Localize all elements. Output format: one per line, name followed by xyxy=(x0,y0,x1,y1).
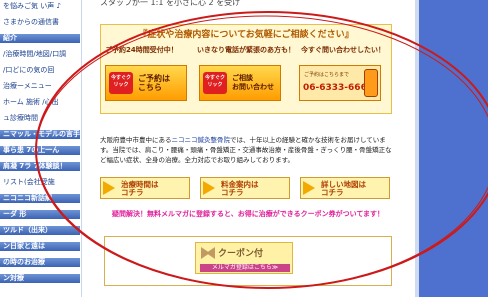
caption-consult: いきなり電話が緊張のあ方も！ xyxy=(197,46,295,54)
consult-label: ご相談 お問い合わせ xyxy=(232,74,274,91)
map-button[interactable]: 詳しい地図は コチラ xyxy=(300,177,390,199)
phone-icon xyxy=(364,69,378,97)
newsletter-link[interactable]: メルマガ登録はこちら≫ xyxy=(200,264,290,272)
sidebar-item[interactable]: ツルド（出来） xyxy=(0,226,80,235)
reserve-button[interactable]: 今すぐクリック ご予約は こちら xyxy=(105,65,187,101)
sidebar-nav: を悩みご気 い声 ♪ さまからの通信書 紹介/治療時間/地図/口調/口どにの気の回治… xyxy=(0,0,82,297)
main-content: スタッフが一 1:1 を小さに心 2 を受け 『症状や治療内容についてお気軽にご… xyxy=(82,0,415,297)
phone-number: 06-6333-6665 xyxy=(303,83,374,93)
browser-page: を悩みご気 い声 ♪ さまからの通信書 紹介/治療時間/地図/口調/口どにの気の回治… xyxy=(0,0,488,297)
sidebar-item[interactable]: ーダ 形 xyxy=(0,210,80,219)
caption-reserve: ご予約24時間受付中！ xyxy=(105,46,178,54)
phone-banner[interactable]: ご予約はこちらまで 06-6333-6665 xyxy=(299,65,381,101)
right-sidebar xyxy=(419,0,488,297)
caption-tel: 今すぐ問い合わせしたい！ xyxy=(301,46,385,54)
click-now-badge: 今すぐクリック xyxy=(109,72,133,94)
arrow-right-icon xyxy=(103,181,115,195)
pricing-button[interactable]: 料金案内は コチラ xyxy=(200,177,290,199)
newsletter-promo: 疑問解決！無料メルマガに登録すると、お得に治療ができるクーポン券がついてます！ xyxy=(111,210,385,218)
sidebar-item[interactable]: ニコニコ新話解 xyxy=(0,194,80,203)
description-lead: 大阪府豊中市豊中にある xyxy=(100,136,172,144)
sidebar-item[interactable]: ン対療 xyxy=(0,274,80,283)
contact-banner: 『症状や治療内容についてお気軽にご相談ください』 ご予約24時間受付中！ いきな… xyxy=(100,24,392,114)
coupon-button[interactable]: クーポン付 メルマガ登録はこちら≫ xyxy=(195,242,293,274)
sidebar-item[interactable]: 紹介 xyxy=(0,34,80,43)
coupon-title: クーポン付 xyxy=(218,249,264,259)
sidebar-item[interactable]: の時のお治療 xyxy=(0,258,80,267)
sidebar-item[interactable]: ン日家と遠は xyxy=(0,242,80,251)
click-now-badge: 今すぐクリック xyxy=(203,72,227,94)
map-label: 詳しい地図は コチラ xyxy=(321,180,366,197)
sidebar-item[interactable]: ホーム 施術 /心出 xyxy=(0,98,80,107)
reserve-label: ご予約は こちら xyxy=(138,74,170,92)
sidebar-item[interactable]: ニマッル・モデルの言手大 xyxy=(0,130,80,139)
arrow-right-icon xyxy=(203,181,215,195)
intro-text: スタッフが一 1:1 を小さに心 2 を受け xyxy=(100,0,241,7)
sidebar-item[interactable]: ュ診療時間 xyxy=(0,114,80,123)
sidebar-item[interactable]: /口どにの気の回 xyxy=(0,66,80,75)
clinic-name: ニコニコ鍼灸整骨院 xyxy=(171,136,231,144)
sidebar-item[interactable]: リスト(会社受施 xyxy=(0,178,80,187)
arrow-right-icon xyxy=(303,181,315,195)
banner-title: 『症状や治療内容についてお気軽にご相談ください』 xyxy=(138,30,354,40)
consult-button[interactable]: 今すぐクリック ご相談 お問い合わせ xyxy=(199,65,281,101)
hours-button[interactable]: 治療時間は コチラ xyxy=(100,177,190,199)
sidebar-item[interactable]: 肩凝 7ラ 7体験談！ xyxy=(0,162,80,171)
sidebar-item[interactable]: 治療ーメニュー xyxy=(0,82,80,91)
sidebar-item[interactable]: 事ら患 7の上一ん xyxy=(0,146,80,155)
sidebar-item[interactable]: /治療時間/地図/口調 xyxy=(0,50,80,59)
phone-caption: ご予約はこちらまで xyxy=(304,72,350,78)
ribbon-icon xyxy=(201,247,215,259)
pricing-label: 料金案内は コチラ xyxy=(221,180,259,197)
sidebar-item[interactable]: を悩みご気 い声 ♪ xyxy=(0,2,80,11)
clinic-description: 大阪府豊中市豊中にあるニコニコ鍼灸整骨院では、十年以上の経験と確かな技術をお届け… xyxy=(100,135,396,165)
sidebar-item[interactable]: さまからの通信書 xyxy=(0,18,80,27)
hours-label: 治療時間は コチラ xyxy=(121,180,159,197)
